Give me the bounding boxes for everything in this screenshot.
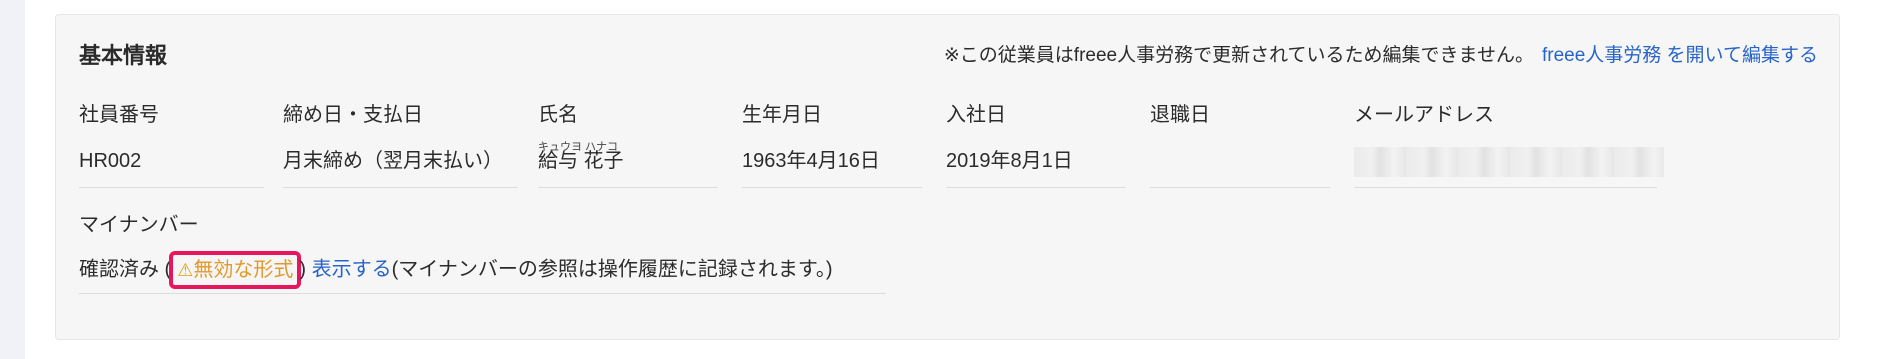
field-label: 氏名	[538, 104, 578, 126]
field-email: メールアドレス	[1354, 101, 1664, 188]
open-hr-link[interactable]: freee人事労務 を開いて編集する	[1542, 45, 1818, 66]
field-retirement-date: 退職日	[1150, 101, 1330, 188]
close-paren: )	[299, 258, 307, 281]
field-birth-date: 生年月日 1963年4月16日	[742, 101, 922, 188]
show-mynumber-link[interactable]: 表示する	[312, 258, 392, 280]
field-label: 生年月日	[742, 104, 822, 126]
field-mynumber: マイナンバー 確認済み (⚠無効な形式) 表示する(マイナンバーの参照は操作履歴…	[79, 211, 886, 294]
mynumber-status: 確認済み (	[79, 258, 172, 281]
field-label: 入社日	[946, 104, 1006, 126]
warning-triangle-icon: ⚠	[177, 260, 194, 280]
name-reading: キュウヨ ハナコ	[538, 141, 619, 153]
field-value: HR002	[79, 145, 264, 188]
field-value	[1354, 145, 1664, 188]
field-label: マイナンバー	[79, 214, 199, 236]
email-redacted	[1354, 146, 1664, 177]
field-label: 締め日・支払日	[283, 104, 423, 126]
mynumber-value: 確認済み (⚠無効な形式) 表示する(マイナンバーの参照は操作履歴に記録されます…	[79, 251, 886, 294]
field-value-name: キュウヨ ハナコ 給与 花子	[538, 141, 718, 188]
mynumber-note: (マイナンバーの参照は操作履歴に記録されます。)	[391, 258, 833, 281]
field-value: 月末締め（翌月末払い）	[283, 145, 518, 188]
field-hire-date: 入社日 2019年8月1日	[946, 101, 1126, 188]
field-value	[1150, 145, 1330, 188]
edit-notice-text: ※この従業員はfreee人事労務で更新されているため編集できません。	[943, 45, 1534, 66]
card-title: 基本情報	[79, 43, 168, 68]
field-value: 2019年8月1日	[946, 145, 1126, 188]
field-label: メールアドレス	[1354, 104, 1494, 126]
field-label: 退職日	[1150, 104, 1210, 126]
basic-info-card: 基本情報 ※この従業員はfreee人事労務で更新されているため編集できません。 f…	[55, 14, 1840, 340]
edit-notice: ※この従業員はfreee人事労務で更新されているため編集できません。 freee人…	[944, 40, 1818, 67]
invalid-format-highlight: ⚠無効な形式	[169, 251, 302, 289]
field-label: 社員番号	[79, 104, 159, 126]
invalid-format-text: 無効な形式	[193, 259, 294, 281]
field-closing-pay-day: 締め日・支払日 月末締め（翌月末払い）	[283, 101, 518, 188]
field-employee-number: 社員番号 HR002	[79, 101, 264, 188]
field-value: 1963年4月16日	[742, 145, 922, 188]
field-name: 氏名 キュウヨ ハナコ 給与 花子	[538, 101, 718, 188]
